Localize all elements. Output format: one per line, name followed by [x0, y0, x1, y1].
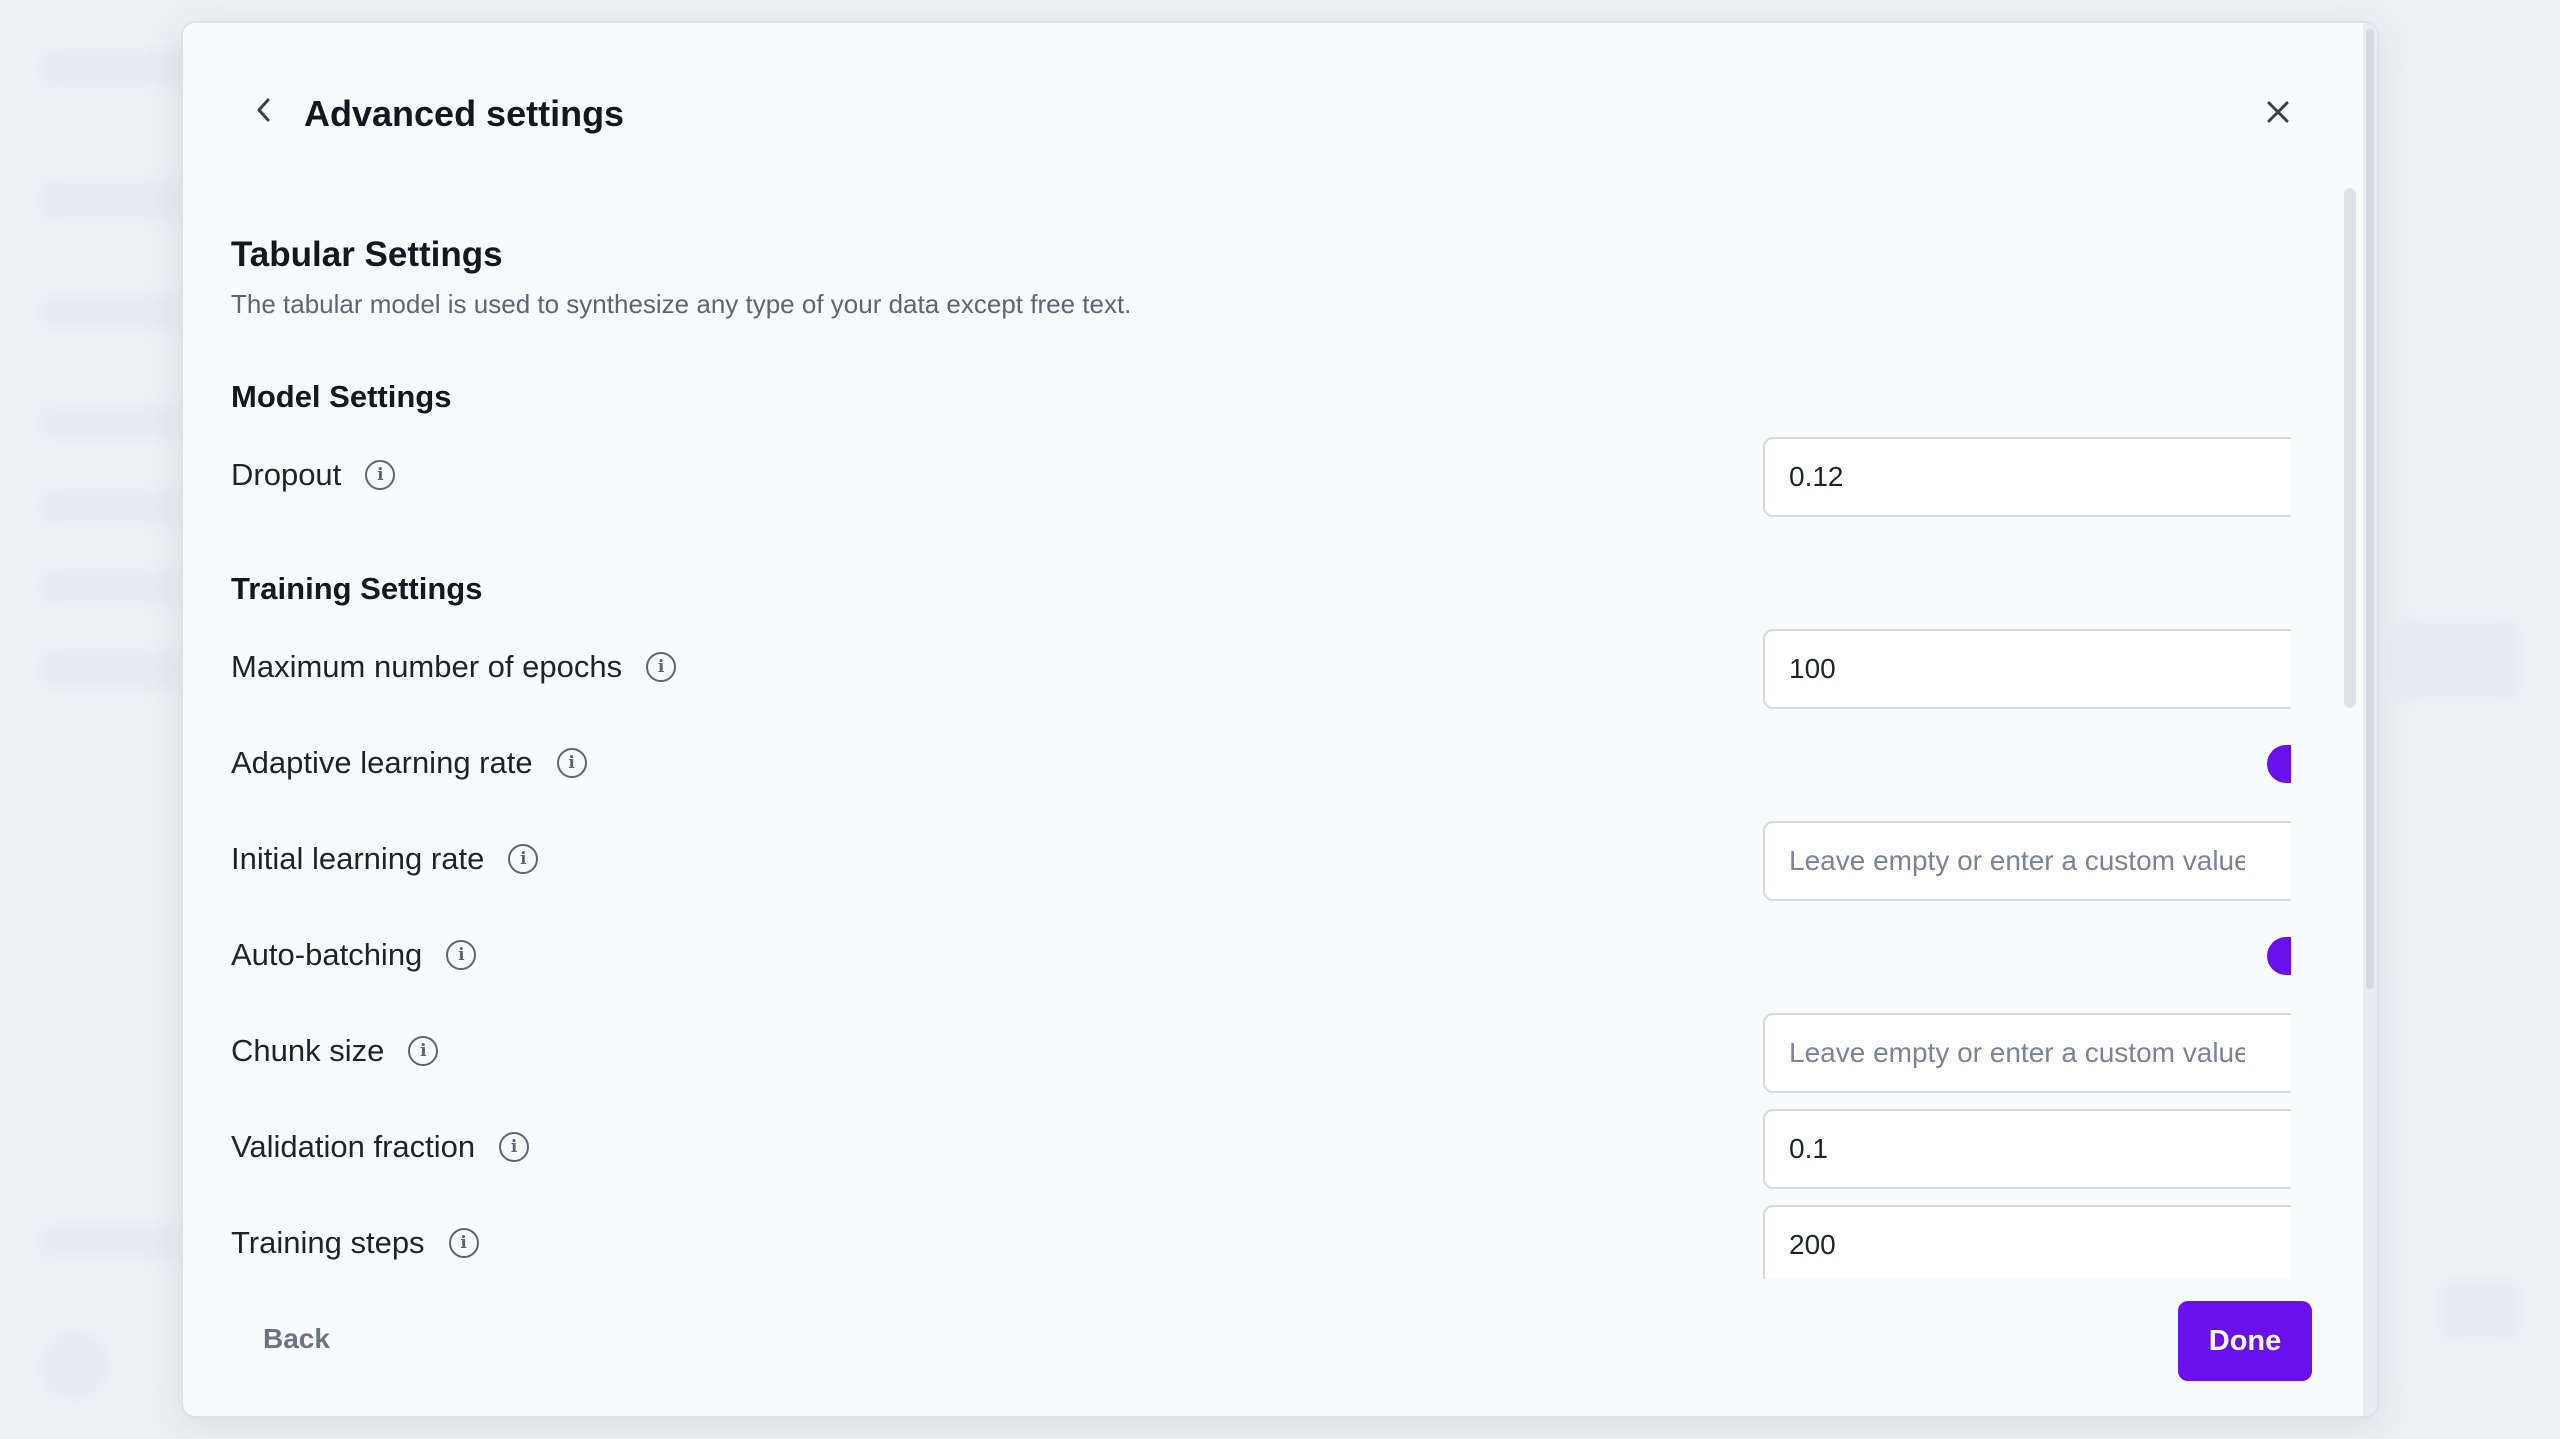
chevron-up-icon[interactable] — [2289, 1025, 2291, 1049]
chevron-down-icon[interactable] — [2289, 481, 2291, 505]
initial-lr-label: Initial learning rate i — [231, 841, 539, 877]
dialog-title: Advanced settings — [304, 93, 625, 134]
dropout-label: Dropout i — [231, 457, 396, 493]
chunk-size-field[interactable] — [1763, 1013, 2291, 1093]
info-icon[interactable]: i — [556, 748, 587, 778]
training-steps-stepper[interactable] — [2289, 1217, 2291, 1273]
dropout-field[interactable] — [1763, 437, 2291, 517]
dropout-input[interactable] — [1765, 439, 2245, 515]
model-settings-title: Model Settings — [231, 379, 452, 414]
info-icon[interactable]: i — [408, 1036, 439, 1066]
content-scrollbar[interactable] — [2344, 188, 2356, 1278]
tabular-settings-title: Tabular Settings — [231, 235, 503, 274]
chevron-up-icon[interactable] — [2289, 1217, 2291, 1241]
max-epochs-label: Maximum number of epochs i — [231, 649, 677, 685]
chunk-size-label-text: Chunk size — [231, 1033, 385, 1068]
chevron-left-icon[interactable] — [249, 95, 279, 125]
validation-fraction-input[interactable] — [1765, 1111, 2245, 1187]
adaptive-lr-toggle[interactable] — [2267, 745, 2291, 783]
max-epochs-label-text: Maximum number of epochs — [231, 649, 623, 684]
chunk-size-stepper[interactable] — [2289, 1025, 2291, 1081]
chunk-size-input[interactable] — [1765, 1015, 2245, 1091]
auto-batching-toggle[interactable] — [2267, 937, 2291, 975]
max-epochs-input[interactable] — [1765, 631, 2245, 707]
adaptive-lr-label-text: Adaptive learning rate — [231, 745, 533, 780]
dropout-label-text: Dropout — [231, 457, 342, 492]
max-epochs-field[interactable] — [1763, 629, 2291, 709]
adaptive-lr-label: Adaptive learning rate i — [231, 745, 587, 781]
info-icon[interactable]: i — [448, 1228, 479, 1258]
info-icon[interactable]: i — [646, 652, 677, 682]
training-steps-field[interactable] — [1763, 1205, 2291, 1279]
chevron-up-icon[interactable] — [2289, 641, 2291, 665]
chevron-up-icon[interactable] — [2289, 449, 2291, 473]
back-button[interactable]: Back — [263, 1323, 330, 1355]
training-steps-input[interactable] — [1765, 1207, 2245, 1279]
auto-batching-label-text: Auto-batching — [231, 937, 423, 972]
content-scrollbar-thumb[interactable] — [2344, 188, 2356, 708]
chevron-down-icon[interactable] — [2289, 673, 2291, 697]
advanced-settings-dialog: Advanced settings Tabular Settings The t… — [181, 21, 2379, 1418]
dialog-header: Advanced settings — [183, 23, 2377, 173]
info-icon[interactable]: i — [499, 1132, 530, 1162]
chevron-down-icon[interactable] — [2289, 1249, 2291, 1273]
initial-lr-label-text: Initial learning rate — [231, 841, 485, 876]
chevron-up-icon[interactable] — [2289, 1121, 2291, 1145]
outer-scrollbar-thumb[interactable] — [2366, 29, 2374, 989]
training-steps-label-text: Training steps — [231, 1225, 425, 1260]
chunk-size-label: Chunk size i — [231, 1033, 439, 1069]
validation-fraction-field[interactable] — [1763, 1109, 2291, 1189]
initial-lr-field[interactable] — [1763, 821, 2291, 901]
chevron-down-icon[interactable] — [2289, 1153, 2291, 1177]
dropout-stepper[interactable] — [2289, 449, 2291, 505]
done-button[interactable]: Done — [2178, 1301, 2312, 1381]
validation-fraction-label-text: Validation fraction — [231, 1129, 476, 1164]
info-icon[interactable]: i — [365, 460, 396, 490]
training-steps-label: Training steps i — [231, 1225, 479, 1261]
validation-fraction-label: Validation fraction i — [231, 1129, 530, 1165]
close-icon[interactable] — [2263, 97, 2293, 127]
chevron-down-icon[interactable] — [2289, 1057, 2291, 1081]
tabular-settings-description: The tabular model is used to synthesize … — [231, 289, 1132, 319]
info-icon[interactable]: i — [508, 844, 539, 874]
info-icon[interactable]: i — [446, 940, 477, 970]
max-epochs-stepper[interactable] — [2289, 641, 2291, 697]
initial-lr-input[interactable] — [1765, 823, 2245, 899]
validation-fraction-stepper[interactable] — [2289, 1121, 2291, 1177]
settings-content: Tabular Settings The tabular model is us… — [231, 223, 2291, 1279]
training-settings-title: Training Settings — [231, 571, 483, 606]
auto-batching-label: Auto-batching i — [231, 937, 477, 973]
